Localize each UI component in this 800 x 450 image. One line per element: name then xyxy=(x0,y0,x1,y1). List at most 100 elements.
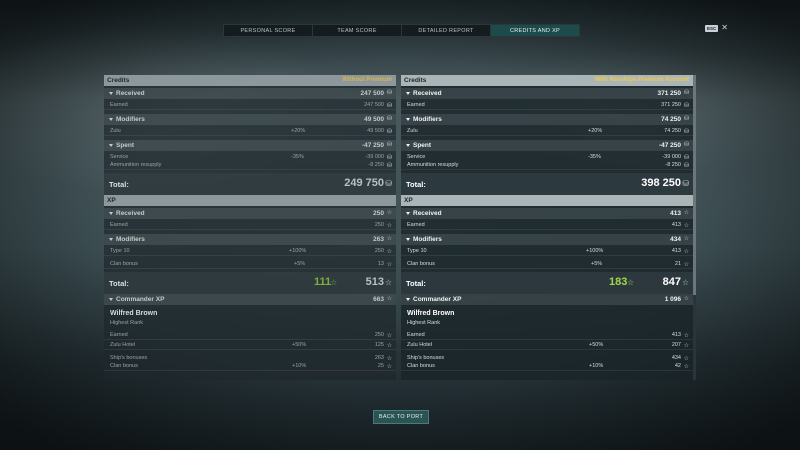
ammunition-row: Ammunition resupply -8 250 ⛁ xyxy=(104,160,396,170)
row-label: Zulu xyxy=(407,128,418,134)
xp-section-header: XP xyxy=(104,195,396,206)
credits-received-group[interactable]: Received 371 250 ⛁ xyxy=(401,88,693,99)
tab-team-score[interactable]: TEAM SCORE xyxy=(313,25,402,36)
xp-earned-row: Earned 413 ☆ xyxy=(401,220,693,230)
commander-name: Wilfred Brown xyxy=(401,309,693,320)
cmd-clan-bonus-row: Clan bonus +10% 25 ☆ xyxy=(104,361,396,371)
group-label: Commander XP xyxy=(413,296,462,303)
group-value: 413 xyxy=(670,210,681,217)
group-value: 74 250 xyxy=(661,116,681,123)
group-value: 371 250 xyxy=(657,90,682,97)
credits-received-group[interactable]: Received 247 500 ⛁ xyxy=(104,88,396,99)
tab-detailed-report[interactable]: DETAILED REPORT xyxy=(402,25,491,36)
bonus-xp-value: 183 xyxy=(609,276,628,288)
credits-icon: ⛁ xyxy=(683,163,689,169)
report-scrollbar[interactable] xyxy=(693,75,696,380)
esc-key-hint: ESC xyxy=(705,24,719,32)
star-icon: ☆ xyxy=(683,296,689,302)
star-icon: ☆ xyxy=(683,364,689,370)
report-tabs: PERSONAL SCORE TEAM SCORE DETAILED REPOR… xyxy=(223,24,580,37)
group-label: Modifiers xyxy=(116,116,145,123)
commander-xp-group[interactable]: Commander XP 1 096 ☆ xyxy=(401,294,693,305)
type10-row: Type 10 +100% 413 ☆ xyxy=(401,246,693,256)
row-percent: +50% xyxy=(292,342,307,348)
section-title: XP xyxy=(107,197,116,204)
clan-bonus-row: Clan bonus +5% 21 ☆ xyxy=(401,259,693,269)
without-premium-panel[interactable]: Credits Without Premium Received 247 500… xyxy=(104,75,396,380)
zulu-hotel-row: Zulu Hotel +50% 125 ☆ xyxy=(104,340,396,350)
row-label: Type 10 xyxy=(110,248,130,254)
xp-modifiers-group[interactable]: Modifiers 263 ☆ xyxy=(104,234,396,245)
xp-received-group[interactable]: Received 250 ☆ xyxy=(104,208,396,219)
chevron-down-icon xyxy=(109,238,113,241)
xp-total-value: 513 xyxy=(365,276,384,288)
row-value: 250 xyxy=(374,248,384,254)
chevron-down-icon xyxy=(406,238,410,241)
row-percent: +100% xyxy=(586,248,604,254)
row-value: -8 250 xyxy=(665,162,681,168)
bonus-xp-value: 111 xyxy=(314,276,332,288)
chevron-down-icon xyxy=(109,92,113,95)
zulu-row: Zulu +20% 49 500 ⛁ xyxy=(104,126,396,136)
star-icon: ☆ xyxy=(683,249,689,255)
credits-section-header: Credits Without Premium xyxy=(104,75,396,86)
credits-total-row: Total: 398 250 ⛁ xyxy=(401,173,693,195)
credits-icon: ⛁ xyxy=(683,90,689,96)
star-icon: ☆ xyxy=(683,262,689,268)
group-value: 1 096 xyxy=(664,296,681,303)
row-percent: +50% xyxy=(589,342,604,348)
group-value: 263 xyxy=(373,236,384,243)
section-title: Credits xyxy=(404,77,427,84)
close-button[interactable]: ESC ✕ xyxy=(705,24,728,32)
commander-rank-text: Highest Rank xyxy=(407,320,441,326)
star-icon: ☆ xyxy=(683,236,689,242)
row-percent: +5% xyxy=(591,261,603,267)
credits-icon: ⛁ xyxy=(683,142,689,148)
credits-icon: ⛁ xyxy=(386,103,392,109)
credits-spent-group[interactable]: Spent -47 250 ⛁ xyxy=(104,140,396,151)
tab-personal-score[interactable]: PERSONAL SCORE xyxy=(224,25,313,36)
total-label: Total: xyxy=(109,279,129,288)
xp-modifiers-group[interactable]: Modifiers 434 ☆ xyxy=(401,234,693,245)
group-label: Received xyxy=(413,210,442,217)
commander-rank: Highest Rank xyxy=(401,320,693,329)
close-icon: ✕ xyxy=(721,23,728,32)
group-label: Spent xyxy=(116,142,135,149)
back-to-port-button[interactable]: BACK TO PORT xyxy=(373,410,429,424)
credits-spent-group[interactable]: Spent -47 250 ⛁ xyxy=(401,140,693,151)
credits-icon: ⛁ xyxy=(683,116,689,122)
credits-icon: ⛁ xyxy=(682,179,689,188)
credits-modifiers-group[interactable]: Modifiers 74 250 ⛁ xyxy=(401,114,693,125)
cmd-earned-row: Earned 413 ☆ xyxy=(401,330,693,340)
xp-section-header: XP xyxy=(401,195,693,206)
row-label: Earned xyxy=(110,332,128,338)
star-icon: ☆ xyxy=(386,333,392,339)
row-value: 413 xyxy=(671,248,681,254)
commander-xp-group[interactable]: Commander XP 663 ☆ xyxy=(104,294,396,305)
credits-section-header: Credits With Warships Premium Account xyxy=(401,75,693,86)
credits-icon: ⛁ xyxy=(386,163,392,169)
tab-credits-and-xp[interactable]: CREDITS AND XP xyxy=(491,25,579,36)
group-value: 247 500 xyxy=(360,90,385,97)
row-label: Zulu Hotel xyxy=(407,342,433,348)
credits-total-row: Total: 249 750 ⛁ xyxy=(104,173,396,195)
row-label: Clan bonus xyxy=(110,363,138,369)
with-premium-panel[interactable]: Credits With Warships Premium Account Re… xyxy=(401,75,693,380)
xp-received-group[interactable]: Received 413 ☆ xyxy=(401,208,693,219)
group-value: -47 250 xyxy=(658,142,681,149)
ammunition-row: Ammunition resupply -8 250 ⛁ xyxy=(401,160,693,170)
row-value: 74 250 xyxy=(664,128,681,134)
row-label: Zulu xyxy=(110,128,121,134)
scrollbar-thumb[interactable] xyxy=(693,75,696,295)
credits-modifiers-group[interactable]: Modifiers 49 500 ⛁ xyxy=(104,114,396,125)
credits-icon: ⛁ xyxy=(385,179,392,188)
row-percent: +20% xyxy=(291,128,306,134)
group-label: Received xyxy=(116,90,145,97)
chevron-down-icon xyxy=(109,298,113,301)
star-icon: ☆ xyxy=(683,333,689,339)
star-icon: ☆ xyxy=(386,223,392,229)
row-value: 250 xyxy=(374,332,384,338)
star-icon: ☆ xyxy=(386,364,392,370)
row-label: Clan bonus xyxy=(407,363,435,369)
credits-icon: ⛁ xyxy=(386,116,392,122)
